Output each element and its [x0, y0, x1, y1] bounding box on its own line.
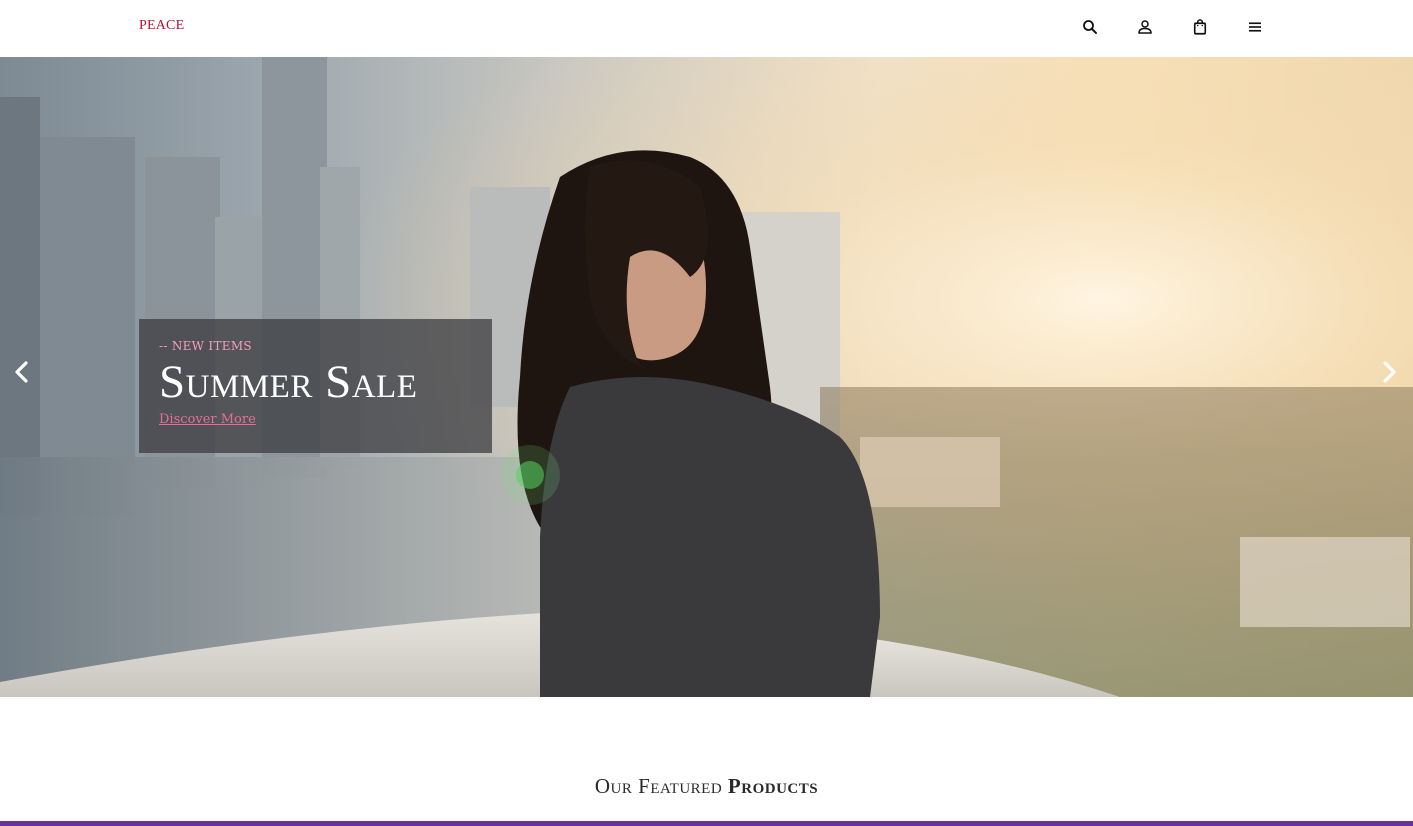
site-logo[interactable]: PEACE [139, 18, 184, 34]
search-icon[interactable] [1080, 17, 1100, 37]
featured-heading: Our Featured Products [0, 774, 1413, 799]
site-header: PEACE [0, 0, 1413, 57]
featured-heading-bold: Products [727, 774, 819, 798]
menu-icon[interactable] [1245, 17, 1265, 37]
bag-icon[interactable] [1190, 17, 1210, 37]
discover-more-link[interactable]: Discover More [159, 412, 256, 427]
featured-heading-light: Our Featured [594, 774, 723, 798]
hero-carousel: -- NEW ITEMS Summer Sale Discover More [0, 57, 1413, 697]
hero-caption: -- NEW ITEMS Summer Sale Discover More [139, 319, 492, 453]
hero-title: Summer Sale [159, 356, 418, 408]
hero-subtitle: -- NEW ITEMS [159, 339, 252, 353]
carousel-prev-button[interactable] [11, 359, 33, 385]
featured-section: Our Featured Products [0, 697, 1413, 826]
carousel-next-button[interactable] [1378, 359, 1400, 385]
chevron-left-icon [15, 361, 28, 383]
chevron-right-icon [1383, 361, 1396, 383]
user-icon[interactable] [1135, 17, 1155, 37]
section-divider [0, 821, 1413, 826]
